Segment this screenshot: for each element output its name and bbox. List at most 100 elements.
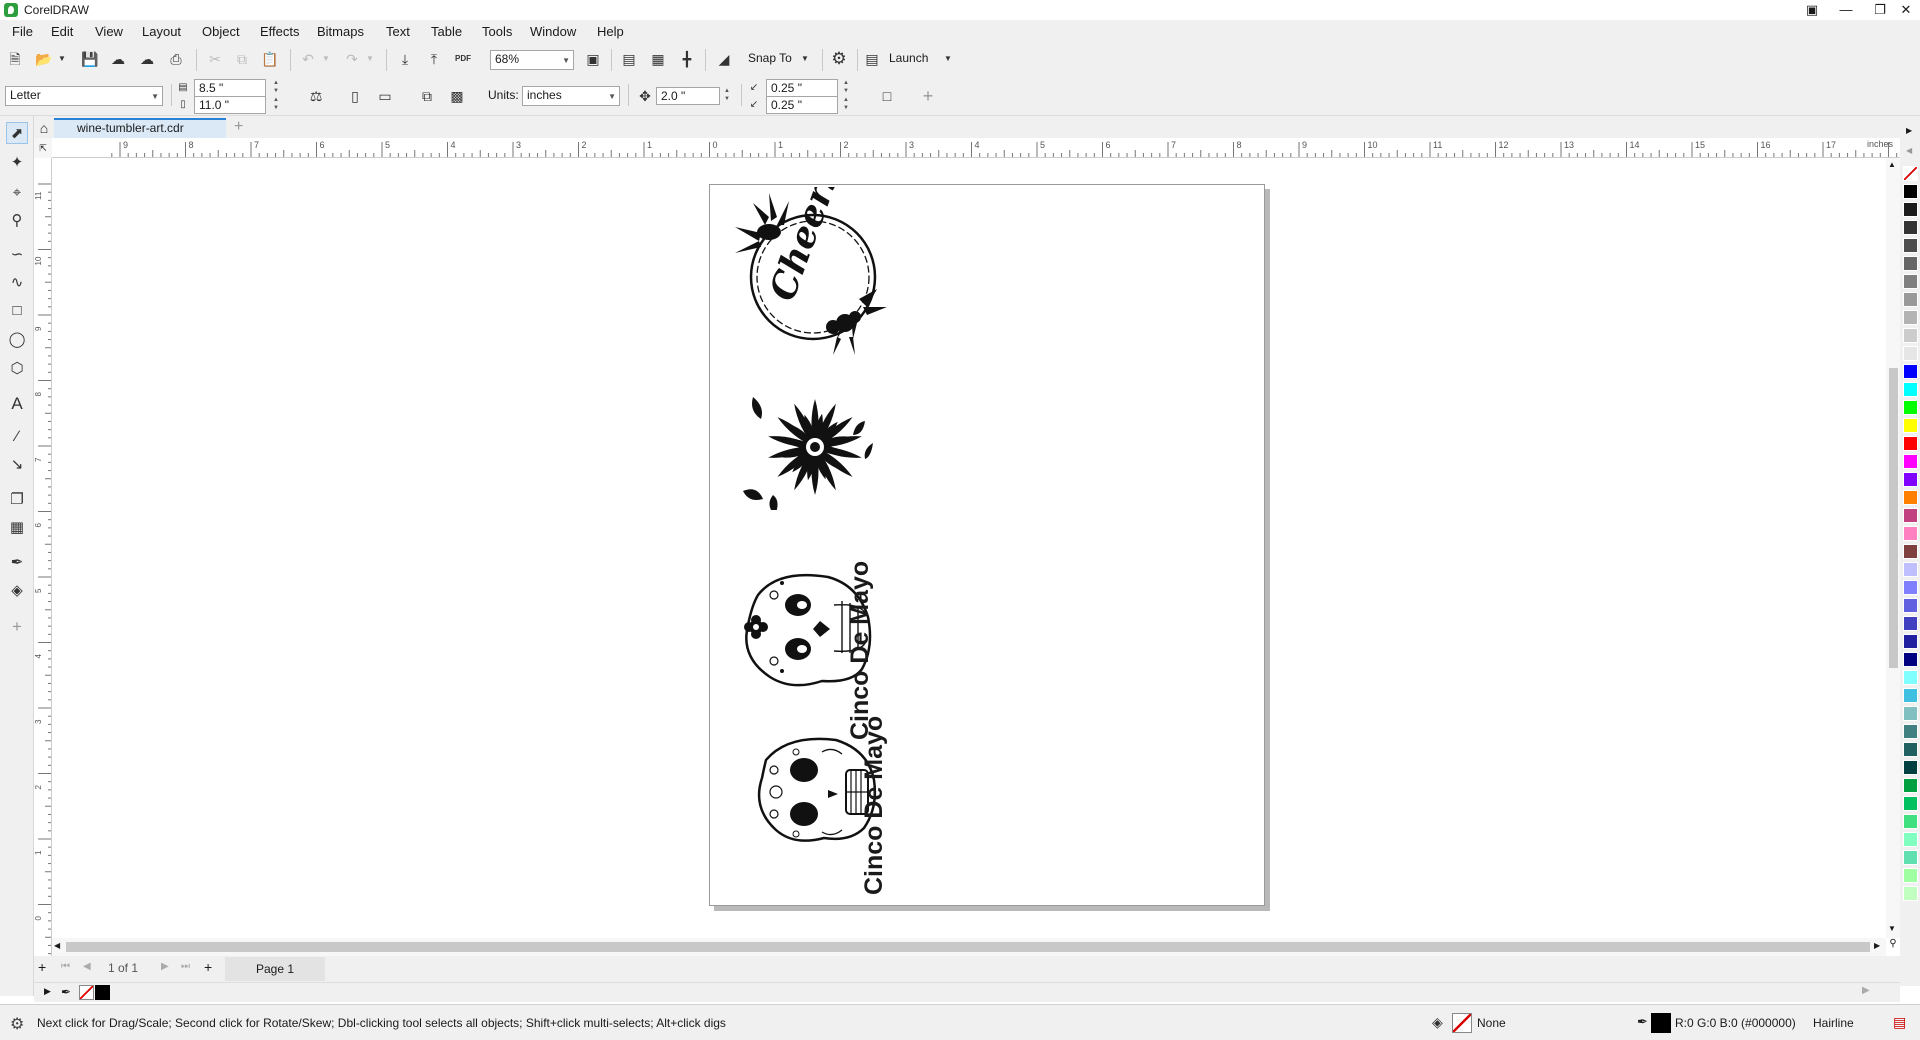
palette-swatch[interactable] xyxy=(1903,814,1918,829)
zoom-level-field[interactable]: 68% ▼ xyxy=(490,50,574,70)
palette-swatch[interactable] xyxy=(1903,886,1918,901)
palette-swatch[interactable] xyxy=(1903,562,1918,577)
palette-swatch[interactable] xyxy=(1903,580,1918,595)
palette-swatch[interactable] xyxy=(1903,310,1918,325)
ruler-origin-icon[interactable]: ⇱ xyxy=(34,138,52,158)
nudge-distance-field[interactable]: 2.0 " xyxy=(656,87,720,105)
launch-button[interactable]: Launch xyxy=(889,51,928,65)
scroll-down-icon[interactable]: ▼ xyxy=(1888,924,1896,933)
page-height-field[interactable]: 11.0 " xyxy=(194,96,266,114)
menu-file[interactable]: File xyxy=(12,24,33,39)
nudge-spinner[interactable]: ▲ ▼ xyxy=(722,87,732,105)
palette-swatch[interactable] xyxy=(1903,220,1918,235)
open-icon[interactable]: 📂 xyxy=(34,49,54,69)
palette-swatch[interactable] xyxy=(1903,184,1918,199)
close-button[interactable]: ✕ xyxy=(1892,0,1920,20)
artistic-media-tool-icon[interactable]: ∿ xyxy=(6,272,28,294)
landscape-icon[interactable]: ▭ xyxy=(375,86,395,106)
drop-shadow-tool-icon[interactable]: ❐ xyxy=(6,489,28,511)
publish-pdf-icon[interactable]: PDF xyxy=(453,49,473,69)
page-orientation-locked-icon[interactable]: ⚖ xyxy=(306,86,326,106)
page-size-select[interactable]: Letter ▼ xyxy=(5,86,163,106)
first-page-icon[interactable]: ⏮ xyxy=(61,961,70,972)
palette-swatch[interactable] xyxy=(1903,472,1918,487)
ellipse-tool-icon[interactable]: ◯ xyxy=(6,329,28,351)
previous-page-icon[interactable]: ◀ xyxy=(83,961,91,972)
cloud-download-icon[interactable]: ☁ xyxy=(108,49,128,69)
scroll-up-icon[interactable]: ▲ xyxy=(1888,160,1896,169)
menu-text[interactable]: Text xyxy=(386,24,410,39)
palette-swatch[interactable] xyxy=(1903,238,1918,253)
menu-effects[interactable]: Effects xyxy=(260,24,300,39)
palette-swatch[interactable] xyxy=(1903,598,1918,613)
page-width-field[interactable]: 8.5 " xyxy=(194,79,266,97)
palette-swatch[interactable] xyxy=(1903,778,1918,793)
palette-swatch[interactable] xyxy=(1903,256,1918,271)
units-select[interactable]: inches ▼ xyxy=(522,86,620,106)
palette-swatch[interactable] xyxy=(1903,274,1918,289)
duplicate-x-field[interactable]: 0.25 " xyxy=(766,79,838,97)
menu-bitmaps[interactable]: Bitmaps xyxy=(317,24,364,39)
redo-icon[interactable]: ↷ xyxy=(342,49,362,69)
polygon-tool-icon[interactable]: ⬡ xyxy=(6,358,28,380)
next-page-icon[interactable]: ▶ xyxy=(161,961,169,972)
horizontal-scroll-thumb[interactable] xyxy=(66,942,1870,952)
palette-swatch[interactable] xyxy=(1903,526,1918,541)
no-color-swatch[interactable] xyxy=(79,985,94,1000)
palette-swatch[interactable] xyxy=(1903,508,1918,523)
palette-swatch[interactable] xyxy=(1903,166,1918,181)
show-guidelines-icon[interactable]: ╋ xyxy=(677,49,697,69)
horizontal-scrollbar[interactable]: ◀ ▶ xyxy=(52,938,1886,956)
palette-swatch[interactable] xyxy=(1903,850,1918,865)
menu-help[interactable]: Help xyxy=(597,24,624,39)
redo-dropdown-icon[interactable]: ▼ xyxy=(360,49,380,69)
shape-tool-icon[interactable]: ✦ xyxy=(6,152,28,174)
print-icon[interactable]: ⎙ xyxy=(166,49,186,69)
palette-swatch[interactable] xyxy=(1903,688,1918,703)
copy-icon[interactable]: ⧉ xyxy=(232,49,252,69)
palette-swatch[interactable] xyxy=(1903,346,1918,361)
cloud-upload-icon[interactable]: ☁ xyxy=(137,49,157,69)
export-icon[interactable]: ⤒ xyxy=(424,49,444,69)
palette-swatch[interactable] xyxy=(1903,454,1918,469)
show-rulers-icon[interactable]: ▤ xyxy=(619,49,639,69)
zoom-tool-icon[interactable]: ⚲ xyxy=(6,210,28,232)
palette-swatch[interactable] xyxy=(1903,634,1918,649)
scroll-left-icon[interactable]: ◀ xyxy=(54,941,60,950)
document-page[interactable]: Cheers Cinco De Mayo Cinco De Mayo xyxy=(709,184,1265,906)
open-dropdown-icon[interactable]: ▼ xyxy=(52,49,72,69)
palette-swatch[interactable] xyxy=(1903,616,1918,631)
palette-swatch[interactable] xyxy=(1903,652,1918,667)
vertical-scrollbar[interactable]: ▲ ▼ xyxy=(1886,158,1900,938)
menu-object[interactable]: Object xyxy=(202,24,240,39)
palette-scroll-icon[interactable]: ▶ xyxy=(1862,985,1870,996)
user-account-icon[interactable]: ▣ xyxy=(1798,0,1826,20)
dahlia-flower-graphic[interactable] xyxy=(735,385,885,510)
palette-swatch[interactable] xyxy=(1903,868,1918,883)
palette-eyedropper-icon[interactable]: ✒ xyxy=(61,985,71,999)
last-page-icon[interactable]: ⏭ xyxy=(181,961,190,972)
page-tab[interactable]: Page 1 xyxy=(225,957,325,981)
interactive-fill-tool-icon[interactable]: ◈ xyxy=(6,580,28,602)
crop-tool-icon[interactable]: ⌖ xyxy=(6,182,28,204)
text-tool-icon[interactable]: A xyxy=(6,393,28,415)
page-size-dropdown-icon[interactable]: ▼ xyxy=(151,89,159,105)
cinco-de-mayo-text-2[interactable]: Cinco De Mayo xyxy=(860,705,888,895)
welcome-home-icon[interactable]: ⌂ xyxy=(34,118,54,138)
palette-swatch[interactable] xyxy=(1903,418,1918,433)
restore-button[interactable]: ❐ xyxy=(1866,0,1894,20)
import-icon[interactable]: ⤓ xyxy=(395,49,415,69)
portrait-icon[interactable]: ▯ xyxy=(345,86,365,106)
connector-tool-icon[interactable]: ↘ xyxy=(6,454,28,476)
palette-swatch[interactable] xyxy=(1903,796,1918,811)
add-page-before-icon[interactable]: + xyxy=(38,959,46,975)
snap-off-icon[interactable]: ◢ xyxy=(714,49,734,69)
palette-options-icon[interactable]: ◀ xyxy=(1906,146,1912,155)
status-settings-gear-icon[interactable]: ⚙ xyxy=(10,1014,24,1034)
transparency-tool-icon[interactable]: ▦ xyxy=(6,517,28,539)
menu-window[interactable]: Window xyxy=(530,24,576,39)
menu-edit[interactable]: Edit xyxy=(51,24,73,39)
all-pages-icon[interactable]: ⧉ xyxy=(417,86,437,106)
palette-swatch[interactable] xyxy=(1903,724,1918,739)
undo-icon[interactable]: ↶ xyxy=(298,49,318,69)
